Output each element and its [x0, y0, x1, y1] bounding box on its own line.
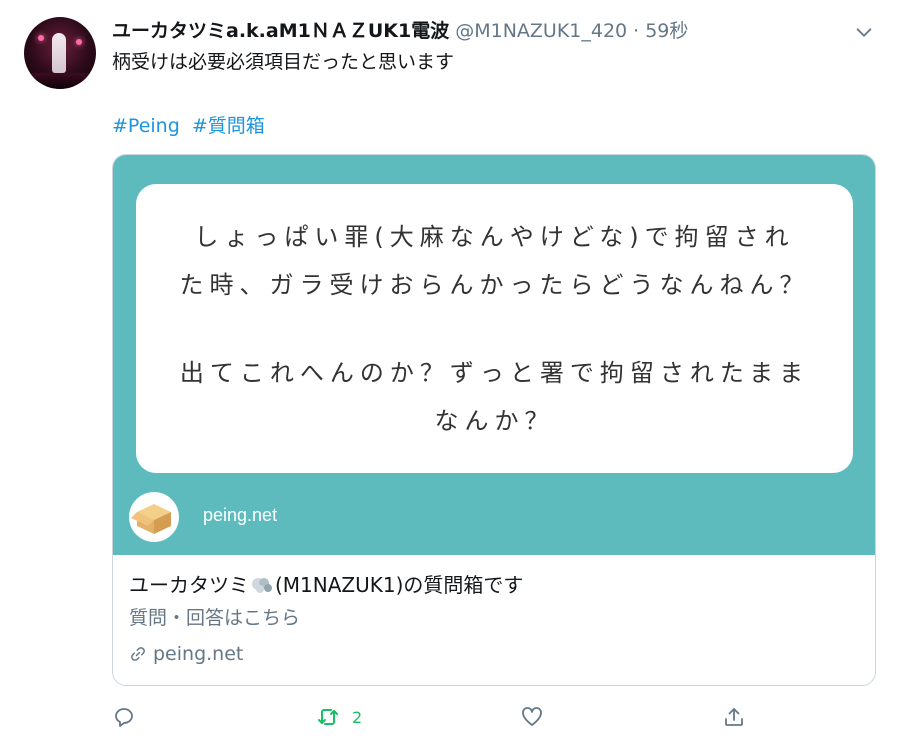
card-title: ユーカタツミ (M1NAZUK1)の質問箱です [129, 571, 523, 599]
avatar-stage-light [38, 35, 44, 41]
tweet-hashtags: #Peing #質問箱 [112, 113, 271, 139]
share-button[interactable] [722, 700, 746, 734]
author-handle[interactable]: @M1NAZUK1_420 [455, 18, 627, 44]
share-icon [725, 708, 743, 726]
question-line: た時、ガラ受けおらんかったらどうなんねん？ [179, 270, 810, 299]
card-image[interactable]: しょっぱい罪(大麻なんやけどな)で拘留され た時、ガラ受けおらんかったらどうなん… [113, 155, 875, 555]
tweet-actions: 2 [112, 700, 872, 734]
hashtag-link[interactable]: #質問箱 [192, 115, 265, 137]
hashtag-link[interactable]: #Peing [112, 115, 180, 137]
author-avatar[interactable] [24, 17, 96, 89]
dash-cloud-icon [252, 578, 272, 593]
card-title-suffix: (M1NAZUK1)の質問箱です [275, 573, 524, 597]
question-line: 出てこれへんのか？ずっと署で拘留されたまま [179, 358, 810, 387]
like-button[interactable] [520, 700, 544, 734]
link-icon [131, 647, 145, 661]
avatar-figure [52, 33, 66, 73]
card-description: 質問・回答はこちら [129, 607, 301, 629]
card-link-text: peing.net [153, 643, 244, 665]
question-line: なんか？ [434, 406, 555, 435]
card-info[interactable]: ユーカタツミ (M1NAZUK1)の質問箱です 質問・回答はこちら peing.… [113, 555, 875, 685]
question-line: しょっぱい罪(大麻なんやけどな)で拘留され [194, 222, 795, 251]
tweet-timestamp[interactable]: 59秒 [645, 18, 688, 44]
reply-button[interactable] [112, 700, 136, 734]
header-separator: · [633, 20, 640, 42]
retweet-button[interactable]: 2 [316, 700, 362, 734]
tweet-header: ユーカタツミa.k.aM1ＮＡＺUK1電波 @M1NAZUK1_420 · 59… [112, 18, 872, 44]
author-display-name[interactable]: ユーカタツミa.k.aM1ＮＡＺUK1電波 [112, 18, 449, 44]
heart-icon [522, 707, 542, 726]
card-title-prefix: ユーカタツミ [129, 573, 249, 597]
box-logo-icon [129, 492, 179, 542]
link-card[interactable]: しょっぱい罪(大麻なんやけどな)で拘留され た時、ガラ受けおらんかったらどうなん… [112, 154, 876, 686]
retweet-icon [318, 709, 338, 725]
avatar-stage-light [76, 39, 82, 45]
question-box: しょっぱい罪(大麻なんやけどな)で拘留され た時、ガラ受けおらんかったらどうなん… [136, 184, 853, 473]
chevron-down-icon[interactable] [853, 22, 875, 44]
tweet-text: 柄受けは必要必須項目だったと思います [112, 51, 455, 73]
card-link[interactable]: peing.net [129, 641, 243, 667]
avatar-stage [24, 73, 96, 89]
retweet-count: 2 [352, 707, 363, 727]
reply-icon [115, 708, 133, 727]
card-image-site-label: peing.net [203, 505, 278, 525]
